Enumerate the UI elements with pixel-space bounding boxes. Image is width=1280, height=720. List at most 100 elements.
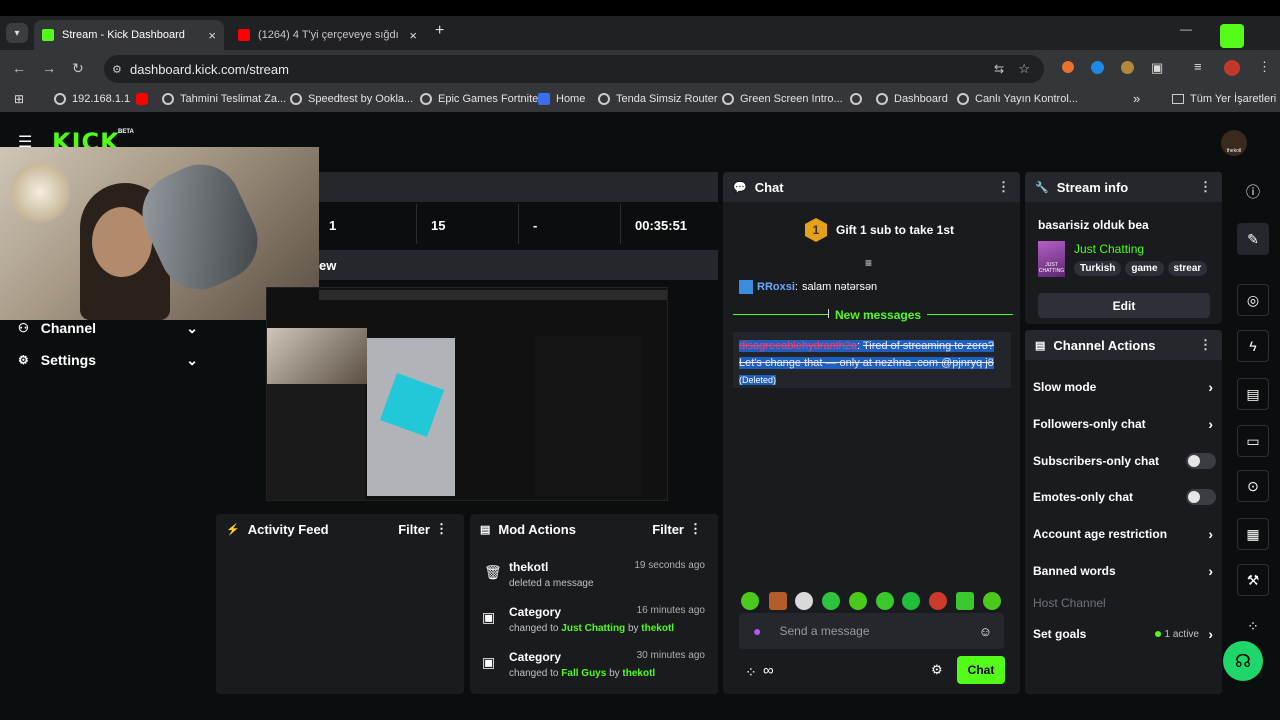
address-bar[interactable]: ⚙ dashboard.kick.com/stream ⇆ ☆ — [104, 55, 1044, 83]
bookmark-item[interactable]: Dashboard — [876, 93, 948, 105]
layout-icon[interactable]: ▦ — [1237, 518, 1269, 550]
emote-icon[interactable] — [741, 592, 759, 610]
kebab-menu-icon[interactable]: ⋮ — [689, 521, 702, 537]
emote-icon[interactable] — [822, 592, 840, 610]
emote-icon[interactable] — [849, 592, 867, 610]
all-bookmarks[interactable]: Tüm Yer İşaretleri — [1172, 93, 1276, 105]
category-link[interactable]: Just Chatting — [1074, 242, 1144, 256]
emote-icon[interactable] — [929, 592, 947, 610]
category-link[interactable]: Fall Guys — [561, 668, 606, 679]
emote-icon[interactable] — [902, 592, 920, 610]
profile-avatar-icon[interactable] — [1224, 60, 1240, 76]
lightning-icon[interactable]: ϟ — [1237, 330, 1269, 362]
bookmark-item[interactable]: Epic Games Fortnite — [420, 93, 538, 105]
site-info-icon[interactable]: ⚙ — [112, 63, 122, 76]
sidebar-item-channel[interactable]: ⚇ Channel ⌄ — [18, 318, 198, 338]
user-avatar[interactable]: thekotl — [1221, 130, 1247, 156]
reload-icon[interactable]: ↻ — [72, 60, 84, 77]
screen-top-edge — [0, 0, 1280, 16]
home-icon — [538, 93, 550, 105]
emote-icon[interactable] — [956, 592, 974, 610]
bookmark-item[interactable]: Home — [538, 93, 585, 105]
deleted-username[interactable]: disagreeablehydranth2a — [739, 340, 858, 352]
globe-icon — [162, 93, 174, 105]
send-chat-button[interactable]: Chat — [957, 656, 1005, 684]
slow-mode-row[interactable]: Slow mode › — [1033, 379, 1213, 395]
kebab-menu-icon[interactable]: ⋮ — [997, 179, 1010, 195]
emote-icon[interactable] — [795, 592, 813, 610]
category-link[interactable]: Just Chatting — [561, 623, 625, 634]
extension-icon[interactable] — [1121, 61, 1134, 74]
emote-icon[interactable] — [983, 592, 1001, 610]
banned-words-row[interactable]: Banned words › — [1033, 563, 1213, 579]
kebab-menu-icon[interactable]: ⋮ — [435, 521, 448, 537]
bookmark-label: Canlı Yayın Kontrol... — [975, 93, 1078, 105]
apps-grid-icon[interactable]: ⊞ — [14, 92, 24, 106]
bookmark-item[interactable]: Canlı Yayın Kontrol... — [957, 93, 1078, 105]
chat-bubble-icon[interactable]: ▭ — [1237, 425, 1269, 457]
chat-username[interactable]: RRoxsi — [757, 281, 795, 293]
kebab-menu-icon[interactable]: ⋮ — [1199, 337, 1212, 353]
bookmark-item[interactable] — [136, 93, 154, 105]
chat-input[interactable]: ● Send a message ☺ — [739, 613, 1004, 649]
bookmark-item[interactable]: Speedtest by Ookla... — [290, 93, 413, 105]
extension-icon[interactable] — [1062, 61, 1074, 73]
broadcast-icon[interactable]: ⊙ — [1237, 470, 1269, 502]
minimize-icon[interactable]: — — [1180, 22, 1192, 36]
edit-stream-button[interactable]: Edit — [1038, 293, 1210, 318]
kebab-menu-icon[interactable]: ⋮ — [1199, 179, 1212, 195]
kick-points-icon[interactable]: ⁘ — [745, 664, 757, 681]
extensions-puzzle-icon[interactable]: ▣ — [1151, 60, 1163, 76]
action-label: Banned words — [1033, 564, 1116, 578]
info-icon[interactable]: ⓘ — [1237, 176, 1269, 208]
kick-points-icon[interactable]: ⁘ — [1237, 610, 1269, 642]
bookmark-item[interactable]: Green Screen Intro... — [722, 93, 843, 105]
bookmark-star-icon[interactable]: ☆ — [1018, 61, 1030, 77]
emoji-icon[interactable]: ☺ — [979, 624, 992, 639]
document-icon[interactable]: ▤ — [1237, 378, 1269, 410]
bookmark-item[interactable]: Tenda Simsiz Router — [598, 93, 718, 105]
tab-close-icon[interactable]: × — [409, 28, 417, 43]
bookmark-item[interactable]: 192.168.1.1 — [54, 93, 130, 105]
set-goals-row[interactable]: Set goals 1 active › — [1033, 626, 1213, 642]
emote-icon[interactable] — [769, 592, 787, 610]
bookmark-item[interactable] — [850, 93, 868, 105]
mod-action-user[interactable]: thekotl — [509, 560, 548, 574]
extension-icon[interactable] — [1091, 61, 1104, 74]
microphone-icon[interactable]: ● — [753, 623, 761, 639]
forward-icon[interactable]: → — [42, 60, 56, 76]
followers-only-row[interactable]: Followers-only chat › — [1033, 416, 1213, 432]
chat-settings-icon[interactable]: ⚙ — [931, 662, 943, 678]
sidebar-item-settings[interactable]: ⚙ Settings ⌄ — [18, 350, 198, 370]
globe-icon — [54, 93, 66, 105]
emotes-only-toggle[interactable] — [1186, 489, 1216, 505]
back-icon[interactable]: ← — [12, 60, 26, 76]
camera-icon[interactable]: ◎ — [1237, 284, 1269, 316]
user-link[interactable]: thekotl — [622, 668, 655, 679]
bookmarks-overflow-icon[interactable]: » — [1133, 91, 1140, 106]
new-tab-button[interactable]: + — [435, 22, 444, 40]
tab-search-button[interactable]: ▾ — [6, 23, 28, 43]
user-link[interactable]: thekotl — [641, 623, 674, 634]
support-chat-button[interactable]: ☊ — [1223, 641, 1263, 681]
filter-button[interactable]: Filter — [398, 522, 430, 537]
tab-youtube[interactable]: (1264) 4 T'yi çerçeveye sığdırabi × — [230, 20, 425, 50]
tag-chip[interactable]: Turkish — [1074, 261, 1122, 276]
tag-chip[interactable]: game — [1125, 261, 1164, 276]
pinned-icon[interactable]: ≡ — [865, 256, 872, 270]
subscribers-only-toggle[interactable] — [1186, 453, 1216, 469]
translate-icon[interactable]: ⇆ — [994, 62, 1004, 76]
edit-icon[interactable]: ✎ — [1237, 223, 1269, 255]
tab-close-icon[interactable]: × — [208, 28, 216, 43]
filter-button[interactable]: Filter — [652, 522, 684, 537]
reading-list-icon[interactable]: ≡ — [1194, 59, 1202, 74]
bookmark-item[interactable]: Tahmini Teslimat Za... — [162, 93, 286, 105]
account-age-row[interactable]: Account age restriction › — [1033, 526, 1213, 542]
tab-kick-dashboard[interactable]: Stream - Kick Dashboard × — [34, 20, 224, 50]
emote-icon[interactable] — [876, 592, 894, 610]
tag-chip[interactable]: strear — [1167, 261, 1208, 276]
browser-menu-icon[interactable]: ⋮ — [1258, 59, 1271, 75]
wrench-icon[interactable]: ⚒ — [1237, 564, 1269, 596]
gift-leaderboard[interactable]: 1 Gift 1 sub to take 1st — [805, 218, 954, 242]
stream-preview-video[interactable] — [266, 287, 668, 501]
